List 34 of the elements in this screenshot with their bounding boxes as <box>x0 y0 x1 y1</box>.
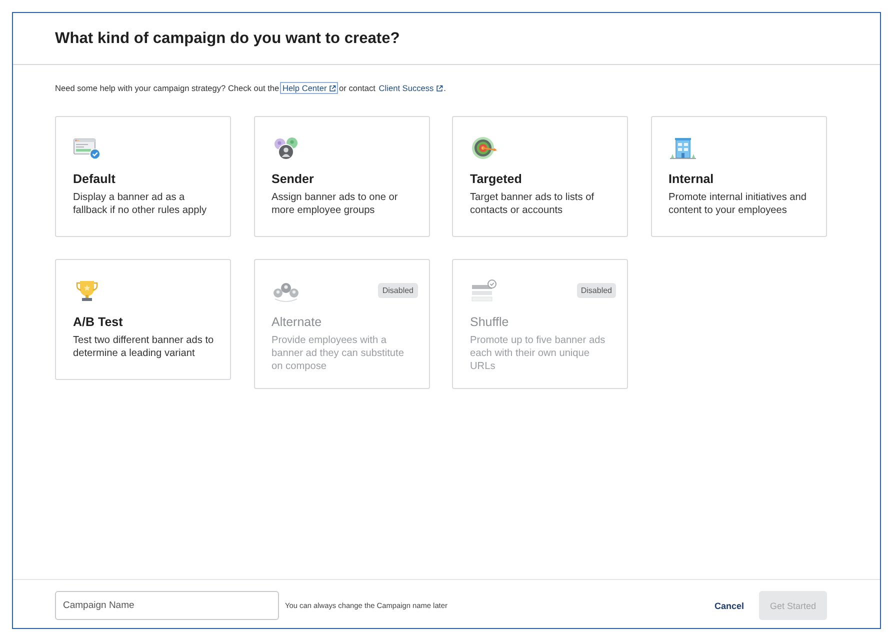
card-description: Provide employees with a banner ad they can substitute on compose <box>272 334 405 373</box>
list-rows-icon <box>470 279 498 303</box>
external-link-icon <box>328 84 336 92</box>
campaign-type-card[interactable]: Sender Assign banner ads to one or more employee groups <box>254 116 430 237</box>
dialog-title: What kind of campaign do you want to create? <box>55 30 400 48</box>
intro-text: Need some help with your campaign strategy? Check out the Help Center or contact Client Success . <box>55 82 446 94</box>
campaign-name-field[interactable]: Campaign Name <box>55 591 279 620</box>
card-title: Targeted <box>470 171 523 187</box>
status-badge: Disabled <box>576 283 616 298</box>
card-description: Display a banner ad as a fallback if no other rules apply <box>73 191 208 217</box>
card-title: Sender <box>272 171 315 187</box>
campaign-type-card[interactable]: Internal Promote internal initiatives and content to your employees <box>650 116 826 237</box>
status-badge: Disabled <box>378 283 418 298</box>
campaign-type-card[interactable]: Targeted Target banner ads to lists of contacts or accounts <box>452 116 628 237</box>
external-link-icon <box>436 84 443 92</box>
help-link[interactable]: Client Success <box>378 83 444 93</box>
help-link[interactable]: Help Center <box>281 83 337 93</box>
browser-check-icon <box>73 136 101 160</box>
building-icon <box>668 136 696 160</box>
card-title: Internal <box>668 171 715 187</box>
campaign-type-card[interactable]: Default Display a banner ad as a fallback if no other rules apply <box>55 116 231 237</box>
card-description: Test two different banner ads to determine a leading variant <box>73 334 214 360</box>
card-description: Promote internal initiatives and content to your employees <box>668 191 808 217</box>
card-description: Assign banner ads to one or more employee groups <box>272 191 399 217</box>
cancel-button[interactable]: Cancel <box>712 596 746 614</box>
target-icon <box>470 136 498 160</box>
card-title: A/B Test <box>73 314 124 330</box>
card-title: Shuffle <box>470 314 510 330</box>
card-title: Alternate <box>272 314 323 330</box>
people-icon <box>272 136 300 160</box>
campaign-type-card[interactable]: A/B Test Test two different banner ads to determine a leading variant <box>55 259 231 380</box>
card-description: Target banner ads to lists of contacts or accounts <box>470 191 595 217</box>
card-description: Promote up to five banner ads each with their own unique URLs <box>470 334 606 373</box>
card-title: Default <box>73 171 116 187</box>
